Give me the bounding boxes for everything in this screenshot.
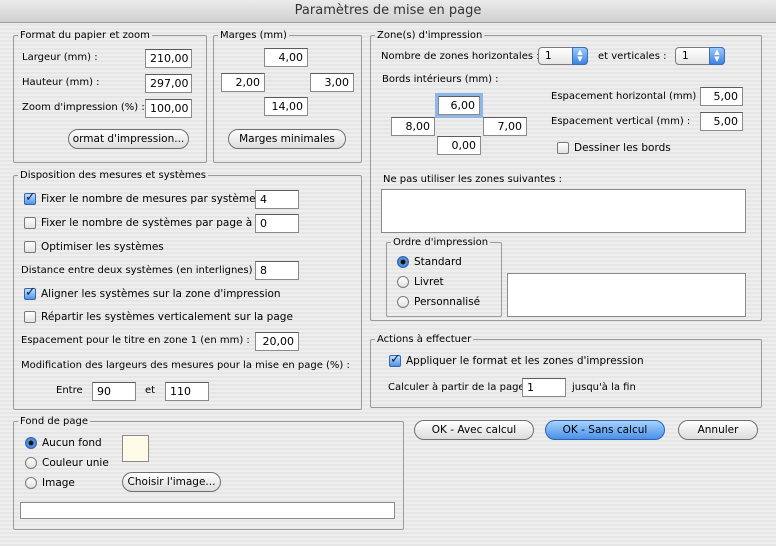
horizontal-zones-value: 1: [545, 50, 552, 62]
exclude-zones-field[interactable]: [381, 189, 746, 233]
page-background-legend: Fond de page: [20, 416, 89, 427]
inner-bottom-input[interactable]: 0,00: [437, 136, 481, 155]
cancel-button[interactable]: Annuler: [678, 420, 758, 440]
optimize-systems-label: Optimiser les systèmes: [41, 241, 164, 253]
margins-legend: Marges (mm): [220, 30, 287, 41]
between-input[interactable]: 90: [92, 382, 136, 401]
optimize-systems-checkbox[interactable]: [24, 241, 36, 253]
spread-systems-checkbox[interactable]: [24, 311, 36, 323]
draw-borders-checkbox[interactable]: [557, 142, 569, 154]
title-spacing-label: Espacement pour le titre en zone 1 (en m…: [21, 335, 250, 346]
fix-systems-checkbox[interactable]: [24, 217, 36, 229]
v-spacing-label: Espacement vertical (mm) :: [551, 116, 691, 127]
paper-format-legend: Format du papier et zoom: [20, 30, 150, 41]
chevron-updown-icon: ▲ ▼: [572, 47, 588, 65]
system-distance-input[interactable]: 8: [255, 261, 299, 280]
actions-group: Actions à effectuer: [370, 334, 762, 408]
paper-width-input[interactable]: 210,00: [145, 49, 192, 68]
ok-without-calc-button[interactable]: OK - Sans calcul: [545, 420, 665, 440]
ok-with-calc-button[interactable]: OK - Avec calcul: [414, 420, 534, 440]
vertical-zones-popup[interactable]: 1 ▲ ▼: [675, 47, 725, 65]
fix-systems-label: Fixer le nombre de systèmes par page à :: [41, 217, 260, 229]
fix-measures-input[interactable]: 4: [255, 190, 299, 209]
align-systems-label: Aligner les systèmes sur la zone d'impre…: [41, 288, 281, 300]
v-spacing-input[interactable]: 5,00: [700, 112, 743, 131]
print-order-legend: Ordre d'impression: [393, 237, 489, 248]
apply-format-checkbox[interactable]: [389, 352, 401, 367]
vertical-zones-value: 1: [682, 50, 689, 62]
calc-from-input[interactable]: 1: [522, 378, 566, 397]
margin-bottom-input[interactable]: 14,00: [264, 97, 308, 116]
vertical-zones-label: et verticales :: [598, 51, 667, 62]
choose-image-button[interactable]: Choisir l'image...: [122, 472, 221, 492]
and-label: et: [145, 385, 156, 396]
order-custom-label: Personnalisé: [414, 296, 481, 308]
order-custom-radio[interactable]: [397, 296, 409, 308]
margin-left-input[interactable]: 2,00: [221, 73, 265, 92]
image-path-field[interactable]: [20, 502, 395, 519]
bg-none-label: Aucun fond: [42, 437, 102, 449]
color-swatch[interactable]: [122, 435, 149, 462]
actions-legend: Actions à effectuer: [377, 334, 472, 345]
fix-measures-label: Fixer le nombre de mesures par système à…: [41, 193, 273, 205]
align-systems-checkbox[interactable]: [24, 285, 36, 300]
print-zones-legend: Zone(s) d'impression: [377, 30, 483, 41]
inner-left-input[interactable]: 8,00: [391, 117, 435, 136]
order-standard-label: Standard: [414, 256, 462, 268]
fix-systems-input[interactable]: 0: [255, 214, 299, 233]
apply-format-label: Appliquer le format et les zones d'impre…: [406, 355, 644, 367]
window-title: Paramètres de mise en page: [0, 0, 776, 23]
bg-color-radio[interactable]: [25, 457, 37, 469]
chevron-updown-icon: ▲ ▼: [709, 47, 725, 65]
and-input[interactable]: 110: [165, 382, 209, 401]
h-spacing-input[interactable]: 5,00: [700, 87, 743, 106]
zoom-label: Zoom d'impression (%) :: [22, 102, 145, 113]
order-standard-radio[interactable]: [397, 256, 409, 268]
minimal-margins-button[interactable]: Marges minimales: [228, 129, 346, 149]
bg-none-radio[interactable]: [25, 437, 37, 449]
order-booklet-label: Livret: [414, 276, 444, 288]
system-distance-label: Distance entre deux systèmes (en interli…: [21, 265, 260, 276]
zoom-input[interactable]: 100,00: [145, 99, 192, 118]
calc-to-label: jusqu'à la fin: [572, 382, 636, 393]
horizontal-zones-label: Nombre de zones horizontales :: [381, 51, 540, 62]
between-label: Entre: [56, 385, 83, 396]
spread-systems-label: Répartir les systèmes verticalement sur …: [41, 311, 293, 323]
paper-height-input[interactable]: 297,00: [145, 74, 192, 93]
bg-image-label: Image: [42, 477, 75, 489]
exclude-zones-label: Ne pas utiliser les zones suivantes :: [383, 174, 563, 185]
layout-legend: Disposition des mesures et systèmes: [20, 170, 207, 181]
draw-borders-label: Dessiner les bords: [574, 142, 671, 154]
calc-from-label: Calculer à partir de la page: [388, 382, 525, 393]
horizontal-zones-popup[interactable]: 1 ▲ ▼: [538, 47, 588, 65]
margin-top-input[interactable]: 4,00: [264, 48, 308, 67]
paper-height-label: Hauteur (mm) :: [22, 77, 100, 88]
fix-measures-checkbox[interactable]: [24, 190, 36, 205]
inner-borders-label: Bords intérieurs (mm) :: [382, 74, 499, 85]
h-spacing-label: Espacement horizontal (mm) :: [551, 91, 703, 102]
bg-image-radio[interactable]: [25, 477, 37, 489]
inner-top-input[interactable]: 6,00: [438, 96, 480, 115]
title-spacing-input[interactable]: 20,00: [255, 332, 299, 351]
inner-right-input[interactable]: 7,00: [483, 117, 527, 136]
width-mod-label: Modification des largeurs des mesures po…: [21, 360, 350, 371]
print-format-button[interactable]: ormat d'impression...: [68, 129, 189, 149]
paper-width-label: Largeur (mm) :: [22, 52, 98, 63]
bg-color-label: Couleur unie: [42, 457, 109, 469]
order-booklet-radio[interactable]: [397, 276, 409, 288]
custom-order-field[interactable]: [507, 273, 746, 317]
margin-right-input[interactable]: 3,00: [310, 73, 354, 92]
